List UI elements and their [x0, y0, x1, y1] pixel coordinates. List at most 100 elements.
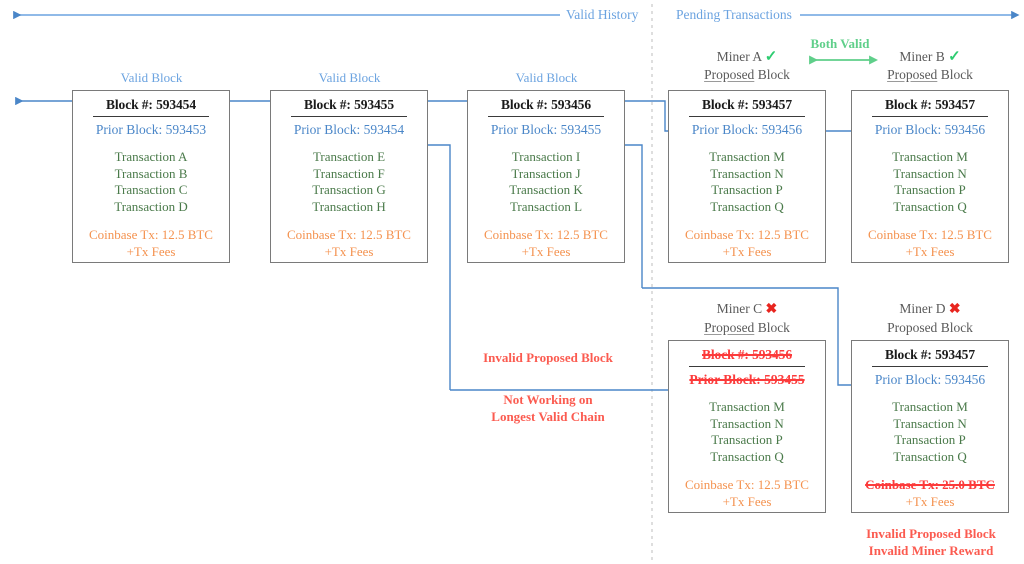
- transaction-list: Transaction M Transaction N Transaction …: [852, 399, 1008, 465]
- transaction-item: Transaction P: [894, 182, 966, 197]
- transaction-item: Transaction P: [711, 432, 783, 447]
- proposed-word: Proposed: [704, 320, 755, 335]
- transaction-item: Transaction I: [511, 149, 581, 164]
- tx-fees: +Tx Fees: [722, 493, 772, 509]
- transaction-item: Transaction Q: [710, 448, 784, 464]
- miner-b-label: Miner B: [899, 49, 945, 64]
- transaction-item: Transaction B: [114, 165, 188, 181]
- note-line-2: Longest Valid Chain: [491, 409, 605, 424]
- prior-block: Prior Block: 593456: [874, 372, 986, 387]
- note-not-working-longest-chain: Not Working on Longest Valid Chain: [468, 391, 628, 425]
- cross-icon: ✖: [765, 302, 778, 317]
- tx-fees: +Tx Fees: [324, 243, 374, 259]
- block-593455[interactable]: Block #: 593455 Prior Block: 593454 Tran…: [270, 90, 428, 263]
- coinbase-reward: Coinbase Tx: 25.0 BTC +Tx Fees: [852, 477, 1008, 510]
- coinbase-reward: Coinbase Tx: 12.5 BTC +Tx Fees: [669, 477, 825, 510]
- valid-history-label: Valid History: [566, 7, 639, 22]
- miner-a-label: Miner A: [716, 49, 762, 64]
- tx-fees: +Tx Fees: [521, 243, 571, 259]
- transaction-item: Transaction H: [312, 198, 386, 214]
- prior-block: Prior Block: 593455: [490, 122, 602, 137]
- transaction-item: Transaction N: [893, 415, 967, 431]
- block-word: Block: [937, 320, 973, 335]
- miner-d-label: Miner D: [899, 301, 946, 316]
- transaction-item: Transaction P: [711, 182, 783, 197]
- note-invalid-proposed-block: Invalid Proposed Block: [483, 350, 613, 365]
- note-line-2: Invalid Miner Reward: [868, 543, 994, 558]
- transaction-list: Transaction E Transaction F Transaction …: [271, 149, 427, 215]
- tx-fees: +Tx Fees: [126, 243, 176, 259]
- transaction-item: Transaction N: [710, 165, 784, 181]
- check-icon: ✓: [764, 49, 778, 65]
- coinbase-amount: Coinbase Tx: 12.5 BTC: [89, 227, 213, 242]
- caption-miner-c: Miner C ✖ Proposed Block: [668, 300, 826, 337]
- miner-a-block[interactable]: Block #: 593457 Prior Block: 593456 Tran…: [668, 90, 826, 263]
- block-number: Block #: 593456: [701, 347, 792, 362]
- note-line-1: Invalid Proposed Block: [866, 526, 996, 541]
- block-number: Block #: 593456: [500, 97, 591, 112]
- caption-miner-d: Miner D ✖ Proposed Block: [851, 300, 1009, 337]
- miner-c-block[interactable]: Block #: 593456 Prior Block: 593455 Tran…: [668, 340, 826, 513]
- transaction-item: Transaction M: [709, 399, 785, 414]
- coinbase-amount: Coinbase Tx: 12.5 BTC: [287, 227, 411, 242]
- block-word: Block: [754, 320, 790, 335]
- transaction-item: Transaction E: [312, 149, 386, 164]
- caption-valid-block-1: Valid Block: [120, 70, 183, 85]
- pending-transactions-label: Pending Transactions: [676, 7, 792, 22]
- transaction-item: Transaction M: [892, 149, 968, 164]
- transaction-item: Transaction F: [313, 165, 385, 181]
- block-number: Block #: 593457: [701, 97, 792, 112]
- block-word: Block: [754, 67, 790, 82]
- transaction-item: Transaction Q: [893, 448, 967, 464]
- coinbase-amount: Coinbase Tx: 25.0 BTC: [865, 477, 995, 492]
- transaction-item: Transaction L: [509, 198, 583, 214]
- cross-icon: ✖: [948, 302, 961, 317]
- block-593454[interactable]: Block #: 593454 Prior Block: 593453 Tran…: [72, 90, 230, 263]
- miner-d-block[interactable]: Block #: 593457 Prior Block: 593456 Tran…: [851, 340, 1009, 513]
- note-invalid-miner-reward: Invalid Proposed Block Invalid Miner Rew…: [851, 525, 1011, 559]
- transaction-item: Transaction D: [114, 198, 188, 214]
- transaction-list: Transaction I Transaction J Transaction …: [468, 149, 624, 215]
- block-number: Block #: 593457: [884, 347, 975, 362]
- proposed-word: Proposed: [887, 320, 938, 335]
- transaction-item: Transaction A: [114, 149, 188, 164]
- proposed-word: Proposed: [887, 67, 938, 82]
- note-line-1: Not Working on: [503, 392, 593, 407]
- transaction-item: Transaction K: [509, 182, 583, 197]
- coinbase-amount: Coinbase Tx: 12.5 BTC: [685, 227, 809, 242]
- block-number: Block #: 593454: [105, 97, 196, 112]
- transaction-list: Transaction A Transaction B Transaction …: [73, 149, 229, 215]
- coinbase-amount: Coinbase Tx: 12.5 BTC: [685, 477, 809, 492]
- block-word: Block: [937, 67, 973, 82]
- proposed-word: Proposed: [704, 67, 755, 82]
- tx-fees: +Tx Fees: [905, 243, 955, 259]
- transaction-item: Transaction J: [511, 165, 581, 181]
- check-icon: ✓: [948, 49, 961, 65]
- caption-valid-block-2: Valid Block: [318, 70, 381, 85]
- prior-block: Prior Block: 593453: [95, 122, 207, 137]
- block-number: Block #: 593455: [303, 97, 394, 112]
- miner-b-block[interactable]: Block #: 593457 Prior Block: 593456 Tran…: [851, 90, 1009, 263]
- transaction-item: Transaction Q: [710, 198, 784, 214]
- both-valid-label: Both Valid: [810, 36, 870, 51]
- block-593456[interactable]: Block #: 593456 Prior Block: 593455 Tran…: [467, 90, 625, 263]
- prior-block: Prior Block: 593456: [874, 122, 986, 137]
- coinbase-reward: Coinbase Tx: 12.5 BTC +Tx Fees: [271, 227, 427, 260]
- transaction-list: Transaction M Transaction N Transaction …: [669, 149, 825, 215]
- coinbase-reward: Coinbase Tx: 12.5 BTC +Tx Fees: [852, 227, 1008, 260]
- both-valid-arrow: [809, 55, 879, 65]
- transaction-item: Transaction G: [312, 182, 386, 197]
- transaction-item: Transaction N: [893, 165, 967, 181]
- coinbase-reward: Coinbase Tx: 12.5 BTC +Tx Fees: [73, 227, 229, 260]
- coinbase-amount: Coinbase Tx: 12.5 BTC: [868, 227, 992, 242]
- miner-c-label: Miner C: [716, 301, 763, 316]
- tx-fees: +Tx Fees: [722, 243, 772, 259]
- coinbase-reward: Coinbase Tx: 12.5 BTC +Tx Fees: [669, 227, 825, 260]
- transaction-item: Transaction C: [114, 182, 188, 197]
- coinbase-amount: Coinbase Tx: 12.5 BTC: [484, 227, 608, 242]
- transaction-list: Transaction M Transaction N Transaction …: [852, 149, 1008, 215]
- prior-block: Prior Block: 593455: [689, 372, 805, 387]
- transaction-item: Transaction M: [709, 149, 785, 164]
- prior-block: Prior Block: 593456: [691, 122, 803, 137]
- caption-valid-block-3: Valid Block: [515, 70, 578, 85]
